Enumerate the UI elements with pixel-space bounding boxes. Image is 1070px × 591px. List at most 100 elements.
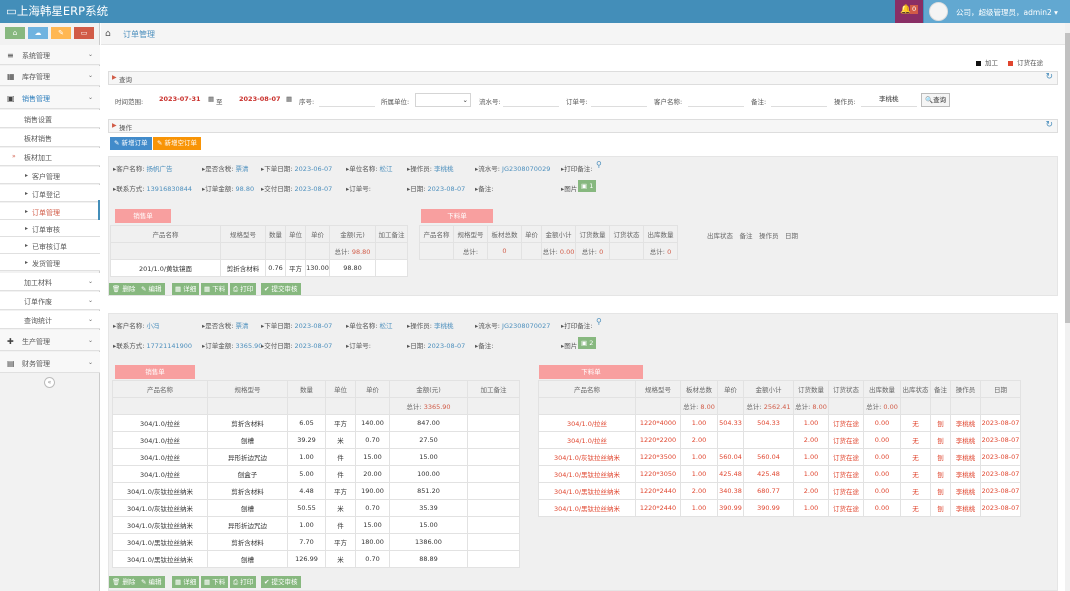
shortcut-cloud-button[interactable]: ☁ [28,27,48,39]
date-to-input[interactable]: 2023-08-07 [236,93,291,107]
action-3-button[interactable]: ▦ 下料 [201,576,229,588]
action-5-button[interactable]: ✔ 提交审核 [261,283,301,295]
sidebar-item-1[interactable]: ▦ 库存管理 ⌄ [0,66,100,86]
table-row[interactable]: 201/1.0/黄钛镜面 剪折含材料 0.76 平方 130.00 98.80 [110,259,408,277]
notification-button[interactable]: 🔔 0 [895,0,923,23]
table-row[interactable]: 304/1.0/灰钛拉丝纳米 1220*3500 1.00 560.04 560.04 1… [538,448,1021,466]
table-row[interactable]: 304/1.0/拉丝 剪折含材料 6.05 平方 140.00 847.00 [112,414,520,432]
table-row[interactable]: 304/1.0/拉丝 异形折边咒边 1.00 件 15.00 15.00 [112,448,520,466]
sidebar-item-15[interactable]: ✚ 生产管理 ⌄ [0,330,100,351]
table-row[interactable]: 304/1.0/黑钛拉丝纳米 剪折含材料 7.70 平方 180.00 1386.00 [112,533,520,551]
column-header: 日期 [980,380,1021,398]
sidebar-item-7[interactable]: ▸ 订单登记 [0,185,100,202]
action-4-button[interactable]: ⎙ 打印 [230,283,257,295]
sidebar-item-11[interactable]: ▸ 发货管理 [0,254,100,271]
picture-button[interactable]: ▣ 1 [578,180,597,192]
shortcut-home-button[interactable]: ⌂ [5,27,25,39]
flow-input[interactable] [503,93,559,107]
app-logo[interactable]: ▭上海韩星ERP系统 [6,3,108,19]
shortcut-monitor-button[interactable]: ▭ [74,27,94,39]
sidebar-item-13[interactable]: 订单作废 ⌄ [0,292,100,310]
material-tab[interactable]: 下料单 [421,209,493,223]
table-cell [467,465,520,483]
user-menu[interactable]: 公司，超级管理员，admin2 ▾ [924,0,1070,23]
action-2-button[interactable]: ▦ 详细 [172,283,200,295]
new-empty-order-button[interactable]: ✎ 新增空订单 [153,137,202,150]
sales-tab[interactable]: 销售单 [115,365,195,379]
table-cell: 27.50 [389,431,468,449]
action-3-button[interactable]: ▦ 下料 [201,283,229,295]
action-4-button[interactable]: ⎙ 打印 [230,576,257,588]
legend-label-intransit: 订货在途 [1017,59,1044,67]
refresh-icon[interactable]: ↻ [1045,120,1053,130]
action-5-button[interactable]: ✔ 提交审核 [261,576,301,588]
table-row[interactable]: 304/1.0/灰钛拉丝纳米 剪折含材料 4.48 平方 190.00 851.20 [112,482,520,500]
total-cell [419,242,454,260]
refresh-icon[interactable]: ↻ [1045,72,1053,82]
shortcut-tool-button[interactable]: ✎ [51,27,71,39]
sidebar-item-9[interactable]: ▸ 订单审核 [0,220,100,237]
picture-button[interactable]: ▣ 2 [578,337,597,349]
table-cell: 李桃桃 [950,414,981,432]
sidebar-item-10[interactable]: ▸ 已审核订单 [0,237,100,254]
sidebar-item-6[interactable]: ▸ 客户管理 [0,167,100,184]
page-scrollbar[interactable] [1065,23,1070,591]
table-row[interactable]: 304/1.0/灰钛拉丝纳米 异形折边咒边 1.00 件 15.00 15.00 [112,516,520,534]
pin-icon[interactable]: ⚲ [596,160,602,169]
scrollbar-thumb[interactable] [1065,33,1070,323]
sales-tab[interactable]: 销售单 [115,209,171,223]
sidebar-item-12[interactable]: 加工材料 ⌄ [0,273,100,291]
table-cell: 剪折含材料 [207,414,288,432]
seq-input[interactable] [319,93,375,107]
sidebar-item-16[interactable]: ▤ 财务管理 ⌄ [0,352,100,373]
breadcrumb-current[interactable]: 订单管理 [123,29,155,40]
table-cell: 刨 [930,499,951,517]
date-from-input[interactable]: 2023-07-31 [156,93,211,107]
table-row[interactable]: 304/1.0/拉丝 刨盒子 5.00 件 20.00 100.00 [112,465,520,483]
unit-select[interactable]: ⌄ [415,93,471,107]
table-row[interactable]: 304/1.0/灰钛拉丝纳米 刨槽 50.55 米 0.70 35.39 [112,499,520,517]
table-cell: 140.00 [355,414,390,432]
sidebar-item-8[interactable]: ▸ 订单管理 [0,203,100,220]
user-name: 公司，超级管理员，admin2 ▾ [956,8,1058,17]
search-button[interactable]: 🔍查询 [921,93,951,107]
action-0-button[interactable]: 🗑 删除 [109,576,139,588]
operator-input[interactable]: 李桃桃 [861,93,917,107]
action-1-button[interactable]: ✎ 编辑 [138,283,165,295]
sidebar-item-4[interactable]: 板材销售 [0,129,100,147]
pin-icon[interactable]: ⚲ [596,317,602,326]
sidebar-item-2[interactable]: ▣ 销售管理 ⌄ [0,87,100,109]
new-order-button[interactable]: ✎ 新增订单 [110,137,152,150]
order-field-pic: ▸图片: [561,185,580,193]
sidebar-item-5[interactable]: » 板材加工 [0,148,100,166]
table-row[interactable]: 304/1.0/黑钛拉丝纳米 1220*2440 1.00 390.99 390.99 1… [538,499,1021,517]
action-1-button[interactable]: ✎ 编辑 [138,576,165,588]
table-row[interactable]: 304/1.0/拉丝 1220*4000 1.00 504.33 504.33 1.00 订… [538,414,1021,432]
material-tab[interactable]: 下料单 [539,365,643,379]
customer-input[interactable] [688,93,744,107]
table-row[interactable]: 304/1.0/拉丝 1220*2200 2.00 2.00 订货在途 0.00 无刨李桃桃… [538,431,1021,449]
query-panel-header[interactable]: ▶ 查询 ↻ [108,71,1058,85]
remark-input[interactable] [771,93,827,107]
sidebar-item-14[interactable]: 查询统计 ⌄ [0,311,100,329]
table-cell: 304/1.0/拉丝 [112,465,208,483]
collapse-sidebar-button[interactable]: « [44,377,55,388]
table-row[interactable]: 304/1.0/黑钛拉丝纳米 1220*2440 2.00 340.38 680.77 2… [538,482,1021,500]
action-0-button[interactable]: 🗑 删除 [109,283,139,295]
sidebar-item-0[interactable]: ≡ 系统管理 ⌄ [0,45,100,65]
table-row[interactable]: 304/1.0/拉丝 刨槽 39.29 米 0.70 27.50 [112,431,520,449]
order-input[interactable] [591,93,647,107]
calendar-icon[interactable]: ▦ [208,95,214,103]
action-2-button[interactable]: ▦ 详细 [172,576,200,588]
menu-icon: ▦ [7,72,15,81]
table-row[interactable]: 304/1.0/黑钛拉丝纳米 刨槽 126.99 米 0.70 88.89 [112,550,520,568]
sidebar-item-3[interactable]: 销售设置 [0,110,100,128]
table-row[interactable]: 304/1.0/黑钛拉丝纳米 1220*3050 1.00 425.48 425.48 1… [538,465,1021,483]
total-cell: 总计: 0 [643,242,678,260]
table-cell: 304/1.0/黑钛拉丝纳米 [538,465,636,483]
caret-right-icon: ▸ [25,172,29,179]
calendar-icon[interactable]: ▦ [286,95,292,103]
ops-panel-header[interactable]: ▶ 操作 ↻ [108,119,1058,133]
home-icon[interactable]: ⌂ [105,29,111,39]
menu-icon: ≡ [7,51,14,60]
